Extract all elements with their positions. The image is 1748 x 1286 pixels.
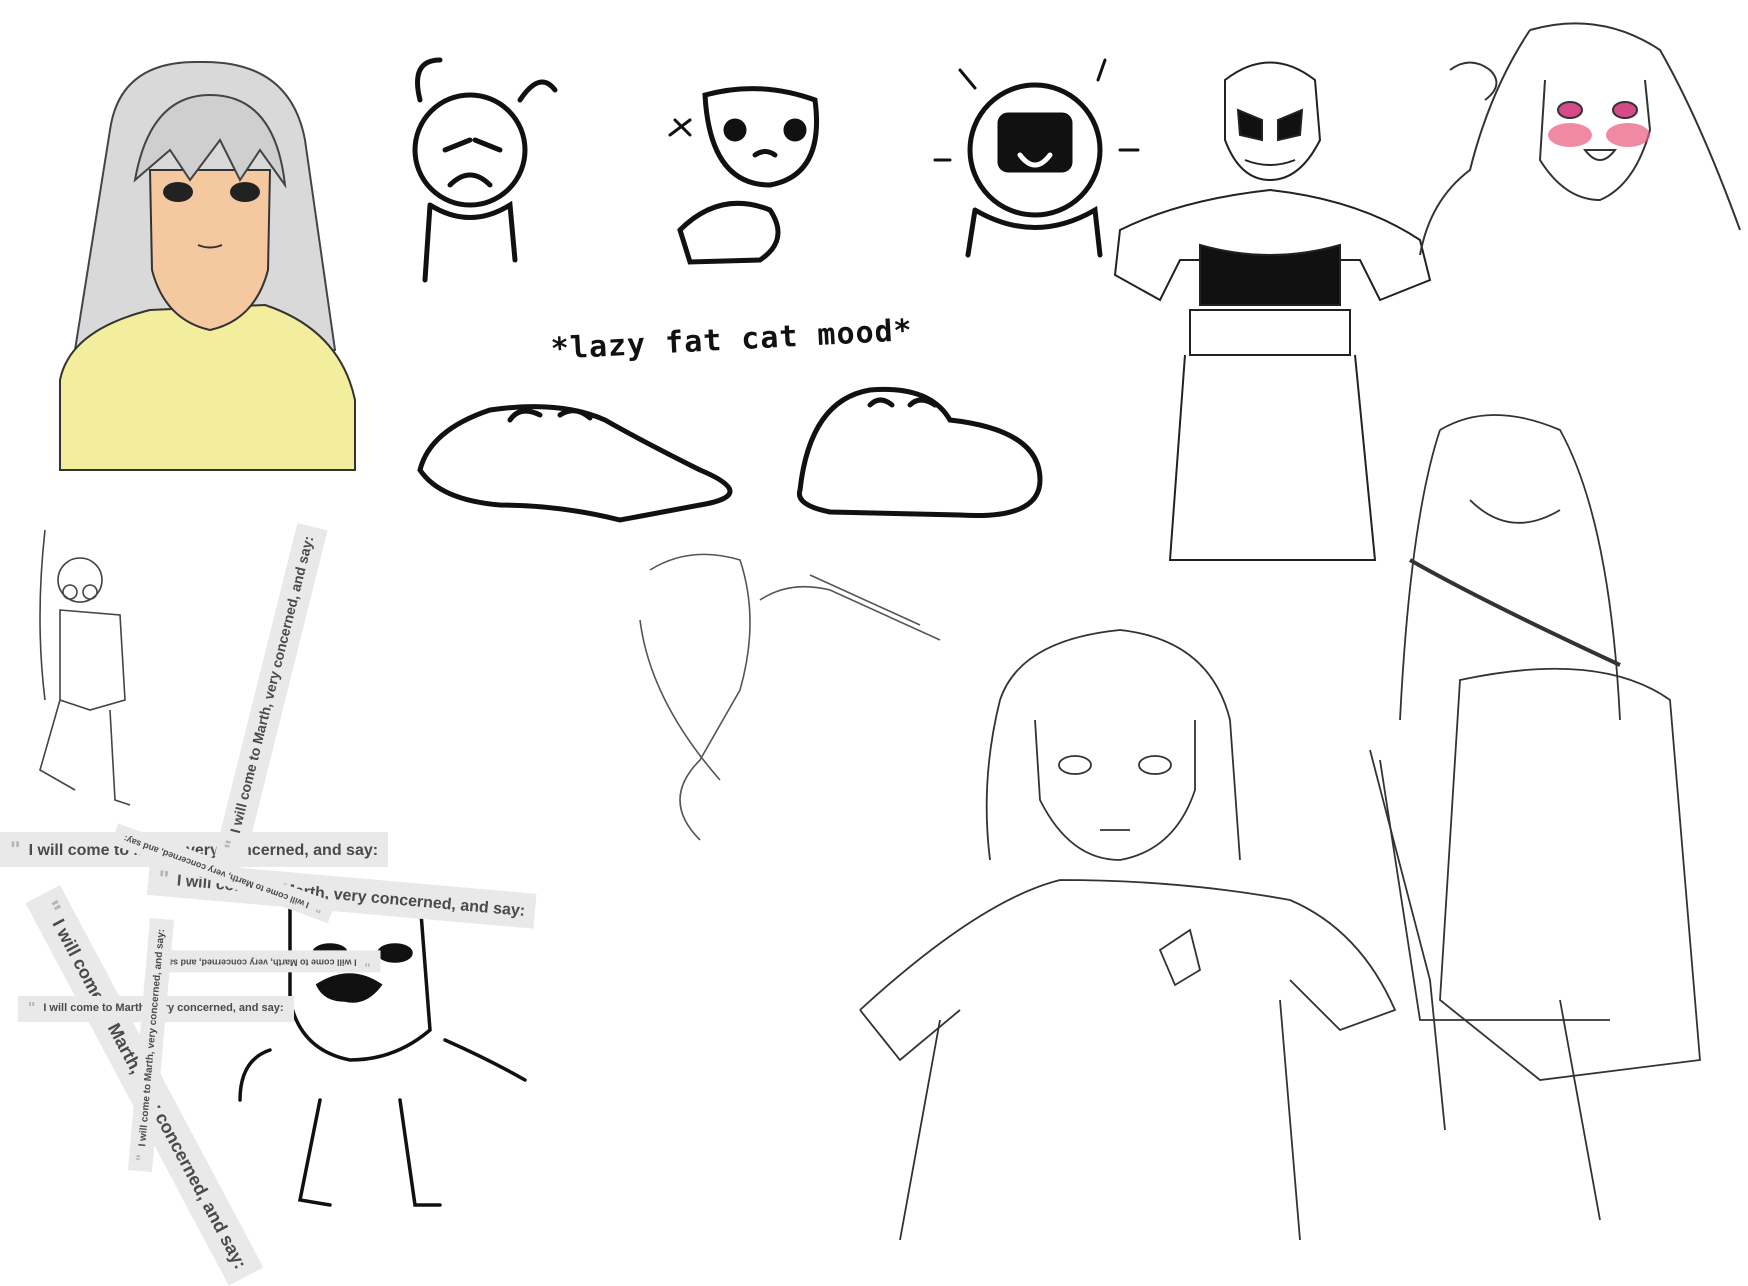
blush-left	[1548, 123, 1592, 147]
quote-text: I will come to Marth, very concerned, an…	[160, 957, 357, 968]
seated-girl-sketch	[1369, 414, 1701, 1221]
quote-strip: " I will come to Marth, very concerned, a…	[150, 950, 381, 973]
girl-with-stick-sketch	[639, 553, 941, 841]
portrait-right-eye	[230, 182, 260, 202]
quote-mark-icon: "	[364, 954, 371, 969]
lazy-cat-left	[417, 404, 733, 523]
quote-mark-icon: "	[220, 838, 245, 853]
lazy-cat-right	[796, 386, 1043, 519]
cartoon-helmet-character	[933, 58, 1140, 258]
portrait-left-eye	[163, 182, 193, 202]
quote-mark-icon: "	[35, 896, 66, 920]
caped-hero-sketch	[1113, 61, 1432, 561]
cartoon-angry-character	[412, 57, 558, 283]
quote-mark-icon: "	[157, 865, 171, 892]
quote-mark-icon: "	[28, 1000, 36, 1017]
quote-mark-icon: "	[314, 900, 325, 916]
colored-girl-portrait	[59, 60, 356, 471]
sketch-canvas	[39, 22, 1741, 1240]
blush-right	[1606, 123, 1650, 147]
quote-mark-icon: "	[10, 837, 21, 862]
derp-character-sketch	[238, 883, 527, 1207]
caped-girl-sketch	[859, 629, 1397, 1240]
quote-mark-icon: "	[132, 1153, 150, 1162]
archer-sketch	[39, 529, 131, 806]
blushing-girl-sketch	[1419, 22, 1741, 256]
cartoon-smug-character	[668, 86, 819, 265]
